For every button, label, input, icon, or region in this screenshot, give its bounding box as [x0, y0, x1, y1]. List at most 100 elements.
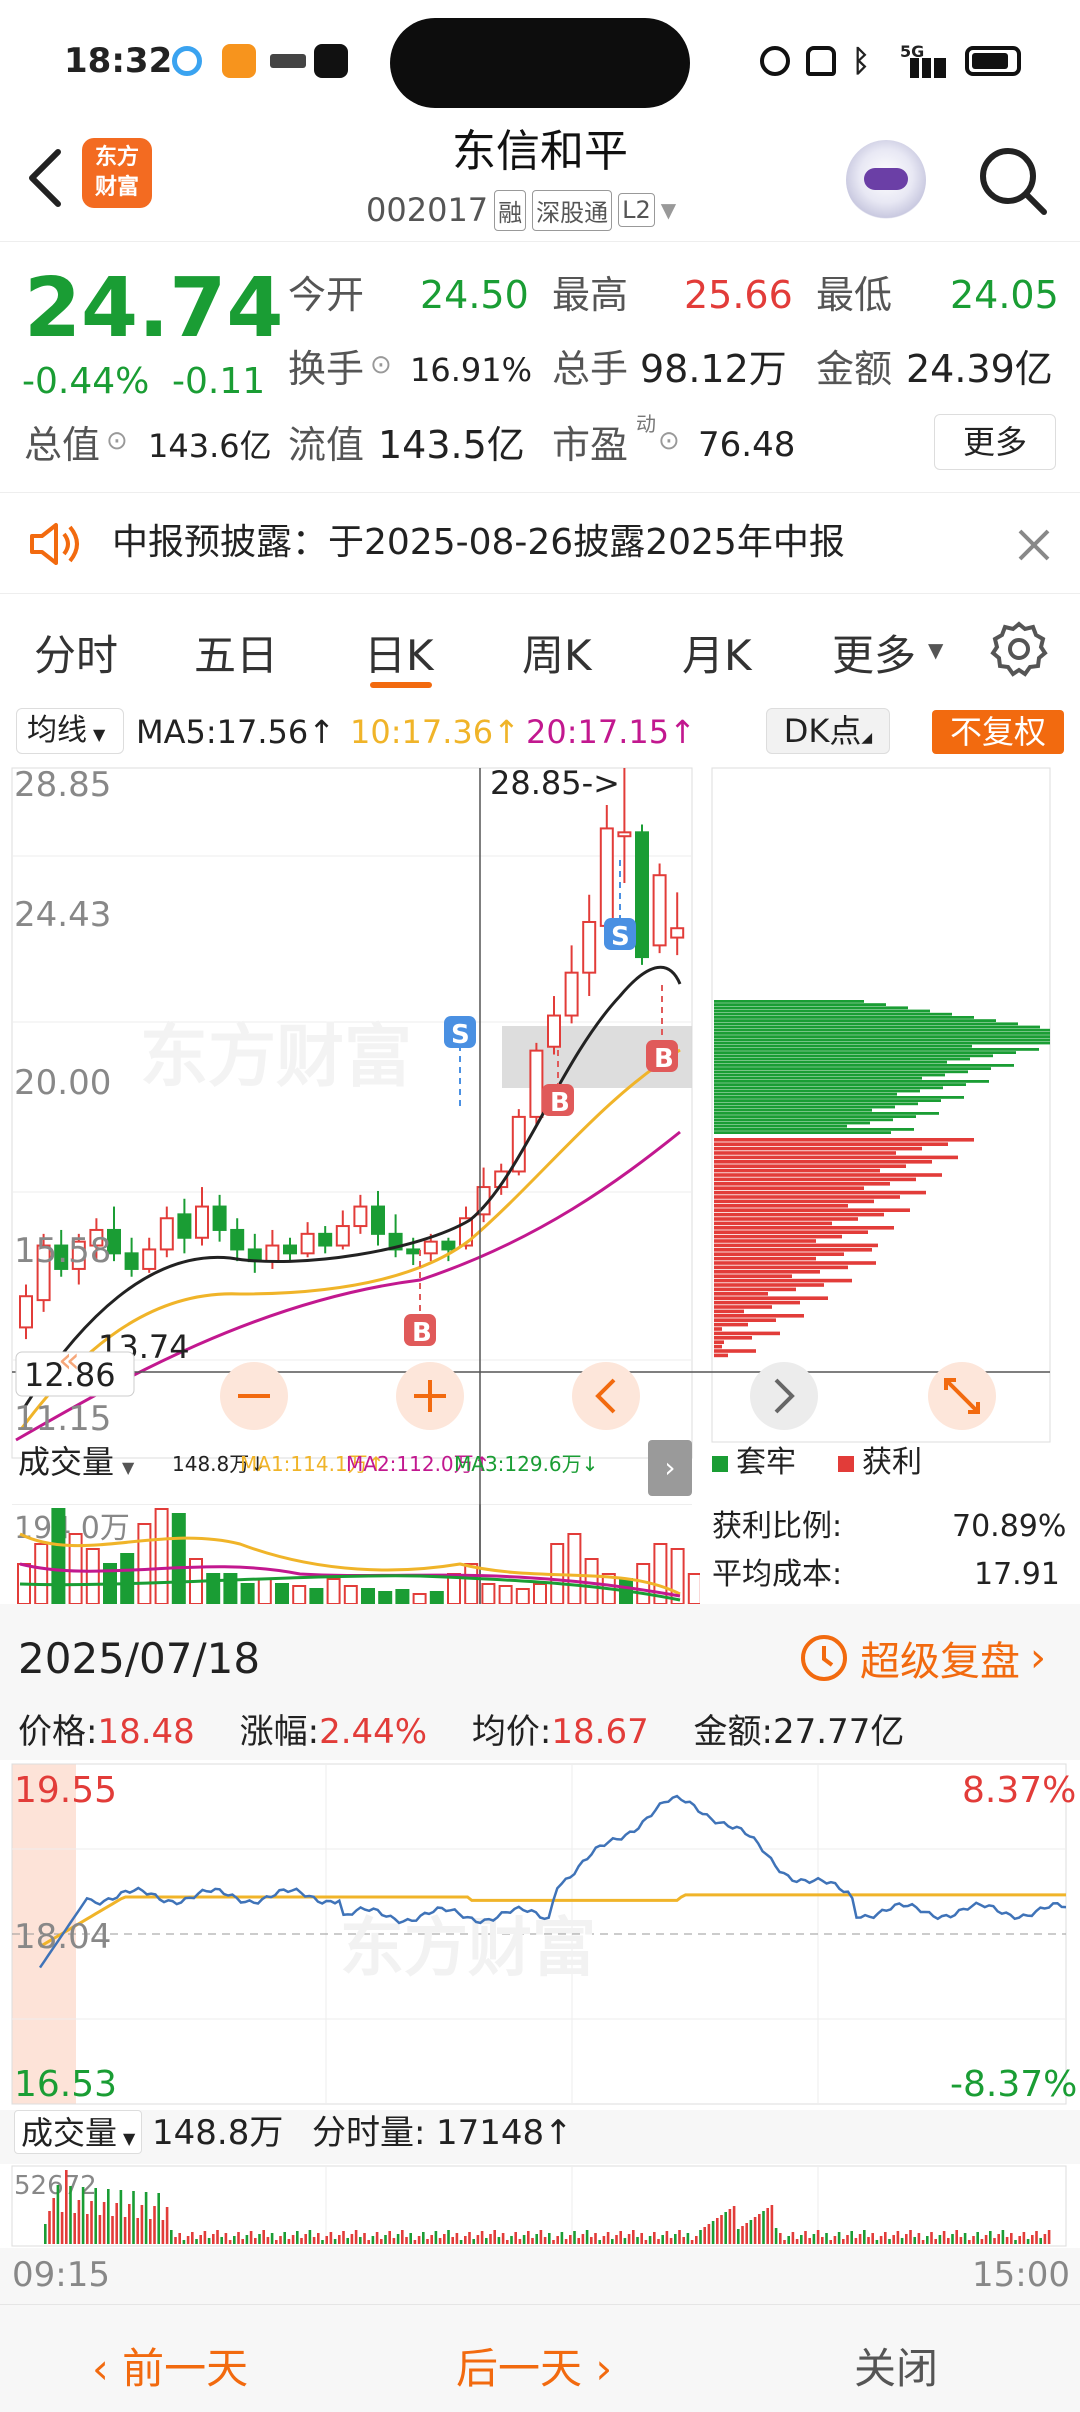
watermark-2: 东方财富: [340, 1912, 596, 1986]
pct-bottom-label: -8.37%: [950, 2064, 1077, 2105]
amount-label: 金额: [816, 347, 893, 391]
avg-cost-value: 17.91: [974, 1557, 1060, 1592]
notice-bar[interactable]: 中报预披露：于2025-08-26披露2025年中报: [0, 492, 1080, 594]
y-label-3: 20.00: [14, 1063, 111, 1103]
avg-label: 均价:: [471, 1712, 552, 1752]
ma5-label: MA5:17.56↑: [136, 713, 336, 751]
adjust-button[interactable]: 不复权: [932, 710, 1064, 754]
change-value: 2.44%: [319, 1712, 428, 1752]
dk-point-button[interactable]: DK点◢: [766, 708, 890, 754]
dk-label: DK点: [783, 712, 862, 750]
tick-volume-label: 分时量:: [312, 2113, 426, 2153]
kline-chart-area: 均线 ▼ MA5:17.56↑ 10:17.36↑ 20:17.15↑ DK点◢ …: [0, 704, 1080, 1640]
next-day-label: 后一天: [456, 2344, 583, 2393]
turnover-value: 16.91%: [410, 351, 533, 389]
intraday-volume-select[interactable]: 成交量 ▼: [14, 2110, 143, 2154]
change-amount: -0.11: [172, 361, 266, 402]
ma-select-label: 均线: [27, 713, 87, 748]
rewind-icon: «: [58, 1340, 80, 1381]
notice-text: 中报预披露：于2025-08-26披露2025年中报: [112, 522, 845, 563]
chevron-right-icon: ›: [1030, 1635, 1046, 1681]
turnover-label: 换手: [288, 347, 365, 391]
float-label: 流值: [288, 423, 365, 467]
camera-island: [390, 18, 690, 108]
pct-top-label: 8.37%: [962, 1770, 1076, 1811]
y-top-label: 19.55: [14, 1770, 117, 1811]
l2-tag: L2: [618, 193, 655, 227]
next-day-button[interactable]: 后一天 ›: [456, 2335, 612, 2396]
tab-more[interactable]: 更多: [832, 622, 916, 683]
robot-assistant-icon[interactable]: [846, 140, 926, 220]
stock-code: 002017: [366, 191, 489, 229]
chevron-left-icon: ‹: [92, 2344, 123, 2393]
buy-signal-3: B: [412, 1318, 432, 1348]
change-percent: -0.44%: [22, 361, 150, 402]
float-value: 143.5亿: [378, 423, 525, 467]
chart-controls[interactable]: «: [58, 1340, 996, 1430]
stock-header: 东方 财富 东信和平 002017 融 深股通 L2 ▼: [0, 120, 1080, 242]
sell-signal-1: S: [451, 1020, 470, 1050]
price-label: 价格:: [18, 1712, 98, 1752]
low-value: 24.05: [950, 273, 1059, 317]
search-icon[interactable]: [976, 144, 1048, 216]
ma-select[interactable]: 均线 ▼: [16, 708, 124, 754]
amount-value: 27.77亿: [773, 1712, 905, 1752]
time-end: 15:00: [972, 2255, 1070, 2295]
expand-panel-icon[interactable]: ›: [648, 1440, 692, 1496]
volume-ma3: MA3:129.6万↓: [454, 1452, 599, 1476]
intraday-volume-select-label: 成交量: [21, 2114, 118, 2152]
replay-panel: 2025/07/18 超级复盘 › 价格:18.48 涨幅:2.44% 均价:1…: [0, 1604, 1080, 2304]
intraday-volume-chart: 52672: [0, 2164, 1080, 2248]
close-icon[interactable]: [1016, 527, 1052, 563]
price-value: 18.48: [97, 1712, 195, 1752]
chevron-right-icon: ›: [582, 2344, 613, 2393]
connect-tag: 深股通: [532, 189, 613, 231]
high-label: 最高: [552, 273, 629, 317]
y-mid-label: 18.04: [14, 1917, 111, 1957]
replay-date: 2025/07/18: [18, 1634, 261, 1683]
volume-select[interactable]: 成交量 ▼: [10, 1440, 166, 1486]
chip-distribution: [714, 1000, 1050, 1358]
open-label: 今开: [288, 273, 365, 317]
close-button[interactable]: 关闭: [854, 2335, 938, 2396]
app-icons: [172, 44, 352, 78]
speaker-icon: [28, 521, 84, 567]
buy-signal-2: B: [654, 1044, 674, 1074]
tab-five-day[interactable]: 五日: [194, 622, 278, 683]
buy-signal-1: B: [550, 1088, 570, 1118]
stock-code-row: 002017 融 深股通 L2 ▼: [366, 189, 676, 231]
prev-day-button[interactable]: ‹ 前一天: [92, 2335, 248, 2396]
prev-day-label: 前一天: [122, 2344, 249, 2393]
status-icons: ᛒ 5G: [760, 42, 1060, 79]
sell-signal-2: S: [611, 922, 630, 952]
volume-select-label: 成交量: [18, 1443, 115, 1481]
info-icon[interactable]: ⊙: [370, 352, 392, 378]
margin-tag: 融: [494, 189, 527, 231]
dropdown-icon[interactable]: ▼: [661, 198, 676, 222]
tab-monthly-k[interactable]: 月K: [682, 622, 752, 683]
intraday-volume: 148.8万: [152, 2113, 284, 2153]
pe-dynamic-tag: 动: [636, 412, 656, 436]
avg-cost-label: 平均成本:: [712, 1557, 843, 1592]
avg-value: 18.67: [551, 1712, 649, 1752]
info-icon[interactable]: ⊙: [106, 428, 128, 454]
super-replay-link[interactable]: 超级复盘 ›: [798, 1630, 1046, 1686]
mute-icon: [806, 46, 836, 76]
tab-intraday[interactable]: 分时: [34, 622, 118, 683]
settings-icon[interactable]: [990, 620, 1048, 678]
amount-value: 24.39亿: [906, 347, 1053, 391]
more-button[interactable]: 更多: [934, 414, 1056, 470]
info-icon[interactable]: ⊙: [658, 428, 680, 454]
tab-daily-k[interactable]: 日K: [364, 622, 434, 683]
super-replay-label: 超级复盘: [860, 1639, 1020, 1685]
time-start: 09:15: [12, 2255, 110, 2295]
status-time: 18:32: [64, 41, 173, 81]
pe-label: 市盈: [552, 423, 629, 467]
last-price: 24.74: [24, 261, 284, 356]
legend-trapped: 套牢: [736, 1445, 796, 1480]
ma10-label: 10:17.36↑: [350, 713, 520, 751]
high-value: 25.66: [684, 273, 793, 317]
low-label: 最低: [816, 273, 893, 317]
period-tabs: 分时 五日 日K 周K 月K 更多 ▼: [0, 594, 1080, 704]
tab-weekly-k[interactable]: 周K: [522, 622, 592, 683]
